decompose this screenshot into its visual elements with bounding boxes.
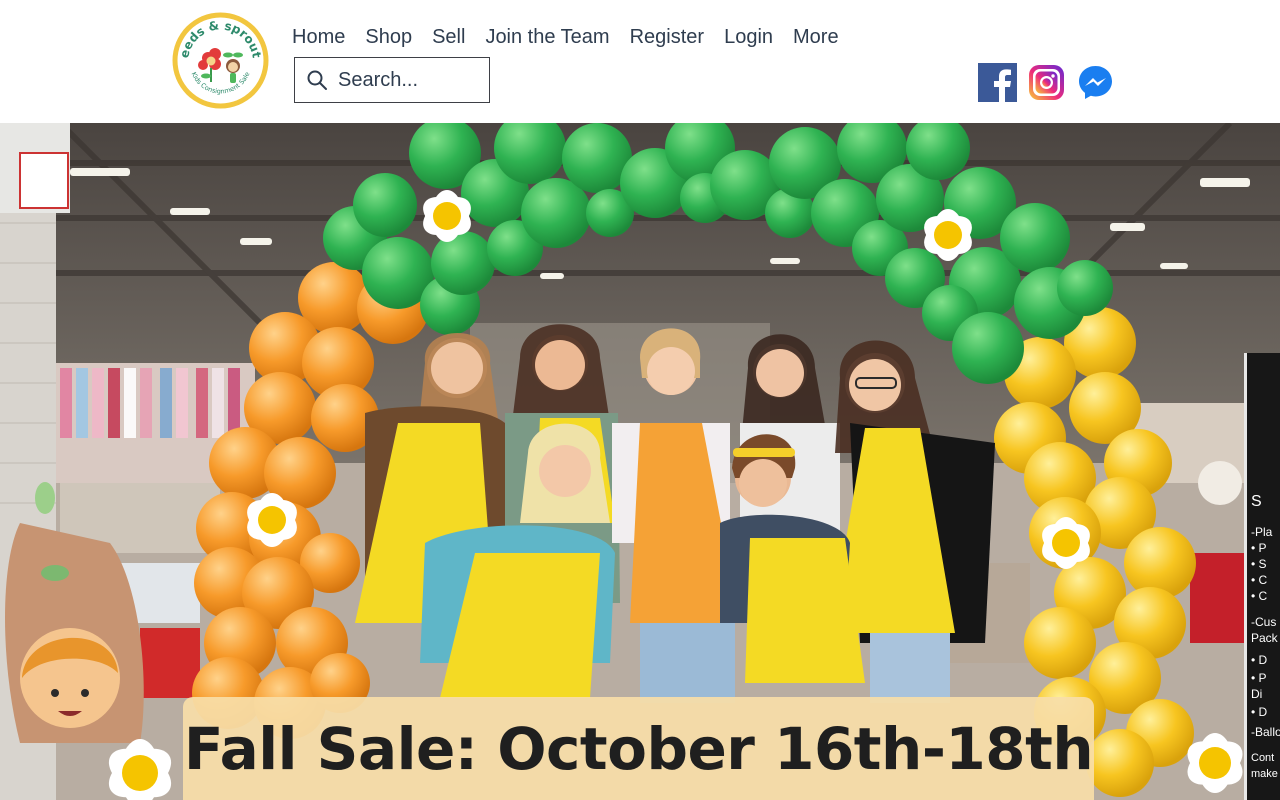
messenger-icon [1079, 66, 1112, 99]
nav-shop[interactable]: Shop [355, 24, 422, 50]
banner-title: Fall Sale: October 16th-18th [183, 714, 1094, 783]
nav-home[interactable]: Home [282, 24, 355, 50]
sign-line: Pack [1251, 631, 1278, 645]
seeds-and-sprouts-logo-icon: seeds & sprouts Kids Consignment Sale [166, 0, 269, 109]
search-icon[interactable] [306, 69, 328, 91]
nav-sell[interactable]: Sell [422, 24, 475, 50]
search-input[interactable] [338, 68, 478, 92]
facebook-icon [978, 63, 1017, 102]
sign-line: • D [1251, 653, 1268, 667]
nav-login[interactable]: Login [714, 24, 783, 50]
sale-info-sign: S -Pla • P • S • C • C -Cus Pack • D • P… [1244, 353, 1280, 800]
hero-section: S -Pla • P • S • C • C -Cus Pack • D • P… [0, 123, 1280, 800]
sign-line: • C [1251, 589, 1268, 603]
home-logo-link[interactable]: seeds & sprouts Kids Consignment Sale [166, 0, 271, 111]
sign-line: -Pla [1251, 525, 1273, 539]
sign-line: • P [1251, 541, 1267, 555]
sign-line: • C [1251, 573, 1268, 587]
sale-date-banner: Fall Sale: October 16th-18th [183, 697, 1094, 800]
sign-line: -Ballo [1251, 725, 1280, 739]
sign-line: Cont [1251, 752, 1275, 764]
sign-line: • S [1251, 557, 1267, 571]
social-bar [978, 63, 1115, 102]
facebook-link[interactable] [978, 63, 1017, 102]
sign-line: • P [1251, 671, 1267, 685]
nav-join-the-team[interactable]: Join the Team [475, 24, 619, 50]
instagram-link[interactable] [1027, 63, 1066, 102]
site-header: seeds & sprouts Kids Consignment Sale Ho… [0, 0, 1280, 123]
search-box[interactable] [294, 57, 490, 103]
messenger-link[interactable] [1076, 63, 1115, 102]
sign-line: make [1251, 768, 1278, 780]
instagram-icon [1029, 65, 1064, 100]
sign-line: Di [1251, 687, 1263, 701]
main-nav: Home Shop Sell Join the Team Register Lo… [282, 24, 849, 50]
sign-line: -Cus [1251, 615, 1277, 629]
nav-more[interactable]: More [783, 24, 849, 50]
nav-register[interactable]: Register [620, 24, 714, 50]
sign-line: • D [1251, 705, 1268, 719]
sign-line: S [1251, 493, 1262, 510]
